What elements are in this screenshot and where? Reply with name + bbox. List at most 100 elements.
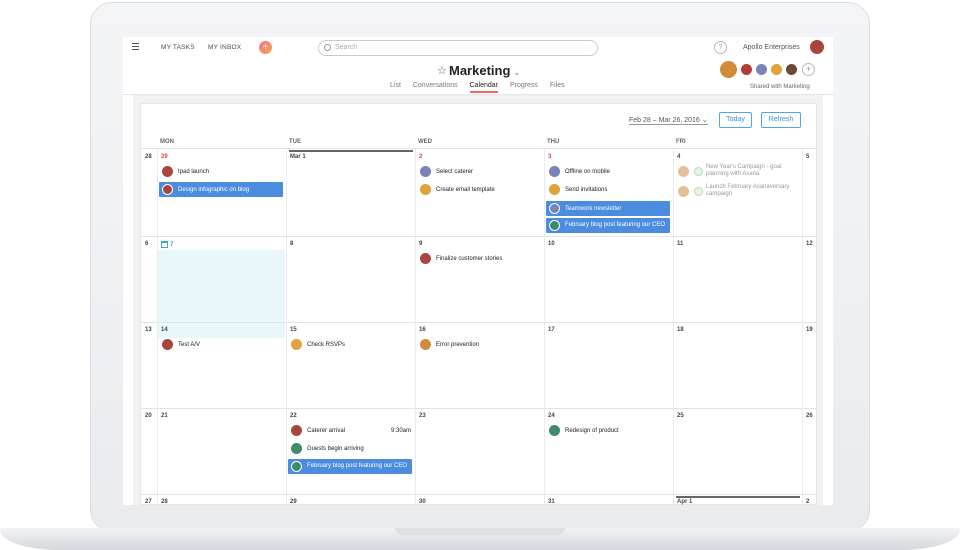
task-item[interactable]: Offline on mobile (549, 166, 610, 177)
checkmark-icon[interactable] (694, 166, 703, 176)
today-cell[interactable] (157, 250, 285, 338)
divider (141, 494, 818, 495)
task-label: Select caterer (436, 168, 474, 175)
calendar: Feb 28 – Mar 26, 2016 ⌄ Today Refresh MO… (140, 103, 818, 505)
checkmark-icon[interactable] (694, 186, 703, 196)
date-tue: 8 (290, 241, 294, 247)
my-tasks-link[interactable]: MY TASKS (161, 44, 195, 51)
divider (141, 408, 818, 409)
my-inbox-link[interactable]: MY INBOX (208, 44, 241, 51)
date-thu: 10 (548, 241, 555, 247)
tab-progress[interactable]: Progress (510, 82, 538, 89)
task-item[interactable]: Error prevention (420, 339, 479, 350)
task-label: Check RSVPs (307, 341, 346, 348)
date-sun: 27 (145, 499, 152, 505)
member-avatar[interactable] (785, 63, 798, 76)
date-tue: Mar 1 (290, 154, 306, 160)
user-avatar[interactable] (809, 39, 825, 55)
avatar (549, 184, 560, 195)
avatar (162, 184, 173, 195)
help-button[interactable]: ? (714, 41, 727, 54)
tab-list[interactable]: List (390, 82, 401, 89)
task-item[interactable]: Caterer arrival 9:30am (291, 425, 411, 436)
avatar (420, 184, 431, 195)
divider (157, 148, 158, 505)
date-sun: 28 (145, 154, 152, 160)
project-tabs: List Conversations Calendar Progress Fil… (390, 82, 575, 93)
date-fri: 4 (677, 154, 681, 160)
task-label: Launch February Asanaversary campaign (706, 184, 790, 197)
task-label: New Year's Campaign - goal planning with… (706, 164, 782, 177)
member-avatar[interactable] (719, 60, 738, 79)
task-item-selected[interactable]: February blog post featuring our CEO (288, 459, 412, 474)
today-button[interactable]: Today (719, 112, 752, 128)
task-label: February blog post featuring our CEO (565, 222, 666, 228)
date-wed: 30 (419, 499, 426, 505)
date-sun: 6 (145, 241, 149, 247)
task-label: Finalize customer stories (436, 255, 503, 262)
avatar (291, 443, 302, 454)
date-thu: 3 (548, 154, 552, 160)
project-title-text: Marketing (449, 63, 511, 78)
task-label: Send invitations (565, 186, 608, 193)
member-avatar[interactable] (740, 63, 753, 76)
day-header-mon: MON (160, 139, 174, 145)
date-thu: 24 (548, 413, 555, 419)
add-member-button[interactable]: + (802, 63, 815, 76)
day-header-wed: WED (418, 139, 432, 145)
task-item[interactable]: Test A/V (162, 339, 200, 350)
chevron-down-icon[interactable]: ⌄ (513, 68, 520, 77)
org-switcher[interactable]: Apollo Enterprises (743, 44, 800, 51)
task-item-completed[interactable]: Launch February Asanaversary campaign (678, 184, 796, 198)
quick-add-button[interactable]: + (259, 41, 272, 54)
task-item-completed[interactable]: New Year's Campaign - goal planning with… (678, 164, 796, 178)
month-marker (676, 496, 800, 498)
task-label: Create email template (436, 186, 495, 193)
day-header-tue: TUE (289, 139, 301, 145)
date-tue: 22 (290, 413, 297, 419)
search-icon (324, 44, 331, 51)
menu-icon[interactable] (132, 43, 139, 50)
tab-calendar[interactable]: Calendar (469, 82, 498, 93)
divider (141, 236, 818, 237)
day-header-thu: THU (547, 139, 560, 145)
task-label: Error prevention (436, 341, 480, 348)
date-tue: 29 (290, 499, 297, 505)
month-marker (289, 150, 413, 152)
task-item[interactable]: Check RSVPs (291, 339, 345, 350)
task-item[interactable]: Guests begin arriving (291, 443, 364, 454)
app-screen: MY TASKS MY INBOX + Search ? Apollo Ente… (123, 37, 833, 505)
date-mon: 14 (161, 327, 168, 333)
project-title[interactable]: Marketing ⌄ (449, 63, 520, 78)
task-item[interactable]: Select caterer (420, 166, 473, 177)
search-input[interactable]: Search (318, 40, 598, 56)
date-range-picker[interactable]: Feb 28 – Mar 26, 2016 ⌄ (629, 116, 708, 125)
task-item[interactable]: Ipad launch (162, 166, 209, 177)
task-item-selected[interactable]: Teamwork newsletter (546, 201, 670, 216)
date-sat: 26 (806, 413, 813, 419)
tab-conversations[interactable]: Conversations (413, 82, 458, 89)
task-label: Teamwork newsletter (565, 205, 622, 212)
task-label: Redesign of product (565, 427, 619, 434)
date-fri: 18 (677, 327, 684, 333)
task-item[interactable]: Finalize customer stories (420, 253, 502, 264)
date-sun: 20 (145, 413, 152, 419)
task-label: February blog post featuring our CEO (307, 463, 408, 469)
top-bar: MY TASKS MY INBOX + Search ? Apollo Ente… (123, 37, 833, 59)
tab-files[interactable]: Files (550, 82, 565, 89)
task-item[interactable]: Create email template (420, 184, 495, 195)
refresh-button[interactable]: Refresh (761, 112, 801, 128)
task-item[interactable]: Redesign of product (549, 425, 619, 436)
task-item[interactable]: Send invitations (549, 184, 607, 195)
star-icon[interactable]: ☆ (437, 64, 447, 77)
day-header-fri: FRI (676, 139, 686, 145)
task-label: Offline on mobile (565, 168, 610, 175)
date-wed: 9 (419, 241, 423, 247)
laptop-notch (395, 528, 565, 535)
avatar (420, 253, 431, 264)
task-item-selected[interactable]: Design infographic on blog (159, 182, 283, 197)
member-avatar[interactable] (770, 63, 783, 76)
member-avatar[interactable] (755, 63, 768, 76)
task-item-selected[interactable]: February blog post featuring our CEO (546, 218, 670, 233)
avatar (678, 185, 689, 197)
